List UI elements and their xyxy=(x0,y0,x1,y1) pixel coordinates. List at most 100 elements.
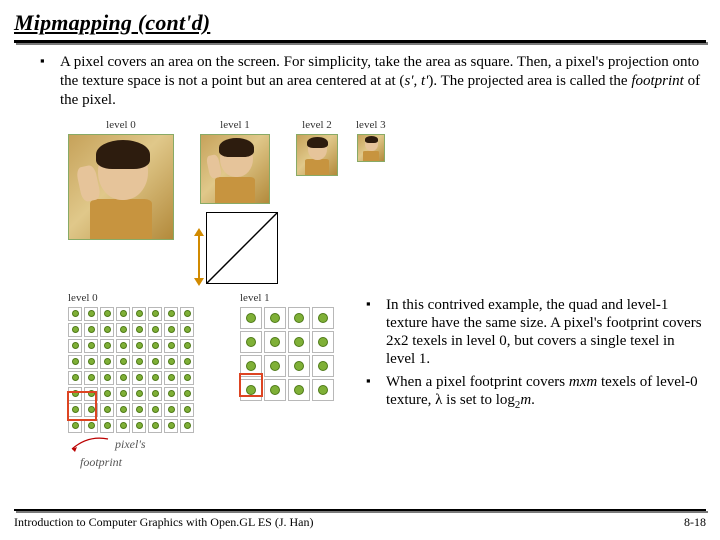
texel-cell xyxy=(264,355,286,377)
texel-cell xyxy=(180,307,194,321)
level0-image xyxy=(68,134,174,240)
bullet-lambda: When a pixel footprint covers mxm texels… xyxy=(370,373,706,412)
r2m: m xyxy=(569,374,580,390)
texel-cell xyxy=(148,387,162,401)
texel-cell xyxy=(148,323,162,337)
texel-cell xyxy=(164,371,178,385)
texel-cell xyxy=(132,323,146,337)
texel-cell xyxy=(84,339,98,353)
level1-image xyxy=(200,134,270,204)
level3-label: level 3 xyxy=(356,119,386,131)
texel-cell xyxy=(100,387,114,401)
texel-cell xyxy=(132,387,146,401)
texel-cell xyxy=(100,403,114,417)
texel-cell xyxy=(68,307,82,321)
r2c: m xyxy=(520,392,531,408)
grid1-highlight xyxy=(239,373,263,397)
pixel-footprint-label: pixel's footprint xyxy=(68,437,146,470)
texel-cell xyxy=(264,307,286,329)
double-arrow-icon xyxy=(192,228,206,286)
texel-cell xyxy=(288,355,310,377)
texel-cell xyxy=(148,419,162,433)
level2-thumb: level 2 xyxy=(296,119,338,176)
texel-cell xyxy=(116,387,130,401)
lower-row: level 0 pixel's footprint level 1 xyxy=(14,292,706,470)
texel-cell xyxy=(288,379,310,401)
right-bullets: In this contrived example, the quad and … xyxy=(362,296,706,417)
texel-cell xyxy=(312,331,334,353)
footer-right: 8-18 xyxy=(684,515,706,530)
texel-cell xyxy=(100,323,114,337)
texel-grid-level1: level 1 xyxy=(240,292,334,470)
texel-cell xyxy=(116,355,130,369)
level2-image xyxy=(296,134,338,176)
texel-cell xyxy=(180,403,194,417)
texel-cell xyxy=(100,355,114,369)
texel-cell xyxy=(84,371,98,385)
texel-cell xyxy=(68,355,82,369)
pf2: footprint xyxy=(80,455,122,469)
footprint-arrow-icon xyxy=(68,437,112,455)
texel-cell xyxy=(100,339,114,353)
level3-thumb: level 3 xyxy=(356,119,386,162)
texel-cell xyxy=(180,355,194,369)
texel-cell xyxy=(164,419,178,433)
quad-arrow-group xyxy=(192,208,278,286)
texel-cell xyxy=(116,419,130,433)
texel-cell xyxy=(164,387,178,401)
texel-cell xyxy=(84,323,98,337)
texel-cell xyxy=(116,403,130,417)
b1-t2: ). The projected area is called the xyxy=(428,73,631,89)
texel-cell xyxy=(312,355,334,377)
texel-cell xyxy=(180,323,194,337)
texel-cell xyxy=(100,419,114,433)
texel-cell xyxy=(84,307,98,321)
r2m2: m xyxy=(586,374,597,390)
slide-title: Mipmapping (cont'd) xyxy=(14,10,706,36)
texel-cell xyxy=(148,307,162,321)
texel-cell xyxy=(240,331,262,353)
unit-quad xyxy=(206,212,278,284)
texel-cell xyxy=(68,339,82,353)
texel-cell xyxy=(180,387,194,401)
grid1-label: level 1 xyxy=(240,292,270,304)
level1-column: level 1 xyxy=(192,119,278,286)
texel-cell xyxy=(132,355,146,369)
grid0-label: level 0 xyxy=(68,292,98,304)
b1-sp: s', t' xyxy=(404,73,428,89)
texel-cell xyxy=(164,355,178,369)
b1-fp: footprint xyxy=(631,73,684,89)
texel-grid-level0: level 0 pixel's footprint xyxy=(68,292,194,470)
texel-cell xyxy=(288,331,310,353)
texel-cell xyxy=(100,307,114,321)
texel-cell xyxy=(84,355,98,369)
texel-cell xyxy=(132,307,146,321)
texel-cell xyxy=(100,371,114,385)
texel-cell xyxy=(84,419,98,433)
texel-cell xyxy=(180,339,194,353)
bullet-example: In this contrived example, the quad and … xyxy=(370,296,706,369)
texel-cell xyxy=(132,339,146,353)
quad-diagonal-icon xyxy=(207,213,277,283)
grid0-highlight xyxy=(67,391,97,421)
texel-cell xyxy=(116,323,130,337)
texel-cell xyxy=(164,339,178,353)
level0-thumb: level 0 xyxy=(68,119,174,240)
texel-cell xyxy=(148,339,162,353)
footer-rule xyxy=(14,509,706,511)
texel-cell xyxy=(116,339,130,353)
mip-levels-row: level 0 level 1 level 2 level 3 xyxy=(68,119,706,286)
texel-cell xyxy=(148,403,162,417)
texel-cell xyxy=(240,307,262,329)
footer: Introduction to Computer Graphics with O… xyxy=(14,509,706,530)
level2-label: level 2 xyxy=(302,119,332,131)
texel-cell xyxy=(264,379,286,401)
pf1: pixel's xyxy=(115,437,146,451)
texel-cell xyxy=(68,419,82,433)
texel-cell xyxy=(68,371,82,385)
texel-cell xyxy=(312,307,334,329)
r2a: When a pixel footprint covers xyxy=(386,374,569,390)
texel-cell xyxy=(132,403,146,417)
texel-cell xyxy=(116,371,130,385)
r2d: . xyxy=(531,392,535,408)
